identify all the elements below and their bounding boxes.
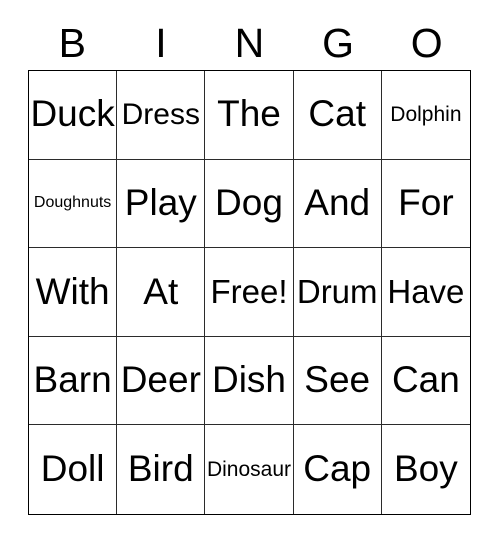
bingo-cell-label: Cat	[308, 93, 366, 135]
bingo-cell-label: For	[398, 181, 454, 223]
bingo-cell-label: See	[304, 359, 371, 401]
bingo-cell-r2-c5[interactable]: For	[381, 159, 470, 249]
bingo-cell-label: At	[143, 270, 179, 312]
bingo-cell-r2-c1[interactable]: Doughnuts	[29, 159, 118, 249]
bingo-cell-label: Play	[124, 181, 197, 223]
bingo-cell-r3-c2[interactable]: At	[117, 248, 206, 337]
bingo-cell-label: And	[304, 181, 371, 223]
bingo-cell-label: With	[35, 270, 110, 312]
bingo-cell-r4-c1[interactable]: Barn	[29, 336, 118, 426]
bingo-header-letter-n: N	[234, 20, 265, 66]
bingo-cell-label: Deer	[120, 359, 201, 401]
bingo-cell-label: Doughnuts	[33, 193, 112, 211]
bingo-cell-r3-c1[interactable]: With	[29, 248, 118, 337]
bingo-cell-r1-c5[interactable]: Dolphin	[381, 71, 470, 160]
bingo-cell-label: Dinosaur	[206, 457, 292, 481]
bingo-cell-r5-c1[interactable]: Doll	[29, 425, 118, 514]
bingo-cell-label: Bird	[127, 448, 194, 490]
bingo-cell-label: Boy	[394, 448, 458, 490]
bingo-cell-r2-c4[interactable]: And	[293, 159, 382, 249]
bingo-cell-r4-c4[interactable]: See	[293, 336, 382, 426]
bingo-header-letter-o: O	[410, 20, 443, 66]
bingo-cell-r4-c5[interactable]: Can	[381, 336, 470, 426]
bingo-cell-r5-c3[interactable]: Dinosaur	[205, 425, 294, 514]
bingo-header-letter-i: I	[155, 20, 167, 66]
bingo-header-letter-b: B	[58, 20, 86, 66]
bingo-cell-label: The	[217, 93, 281, 135]
bingo-cell-label: Drum	[296, 272, 378, 310]
bingo-cell-label: Barn	[33, 359, 112, 401]
bingo-header-letter-g: G	[322, 20, 355, 66]
bingo-cell-r5-c4[interactable]: Cap	[293, 425, 382, 514]
bingo-cell-r1-c1[interactable]: Duck	[29, 71, 118, 160]
bingo-cell-r3-c3[interactable]: Free!	[205, 248, 294, 337]
bingo-cell-r3-c4[interactable]: Drum	[293, 248, 382, 337]
bingo-cell-r2-c3[interactable]: Dog	[205, 159, 294, 249]
bingo-cell-label: Duck	[30, 93, 115, 135]
bingo-cell-r4-c3[interactable]: Dish	[205, 336, 294, 426]
bingo-cell-label: Have	[387, 272, 465, 310]
bingo-card: B I N G O Duck Dress The Cat Dolphin Doughnut…	[0, 0, 500, 544]
bingo-cell-label: Can	[391, 359, 460, 401]
bingo-cell-r5-c2[interactable]: Bird	[117, 425, 206, 514]
bingo-cell-r3-c5[interactable]: Have	[381, 248, 470, 337]
bingo-cell-r1-c2[interactable]: Dress	[117, 71, 206, 160]
bingo-cell-label: Free!	[210, 272, 288, 310]
bingo-cell-label: Dish	[211, 359, 286, 401]
bingo-cell-r4-c2[interactable]: Deer	[117, 336, 206, 426]
bingo-cell-label: Dress	[121, 98, 200, 132]
bingo-cell-r1-c4[interactable]: Cat	[293, 71, 382, 160]
bingo-cell-label: Dog	[215, 181, 283, 223]
bingo-cell-r2-c2[interactable]: Play	[117, 159, 206, 249]
bingo-cell-r1-c3[interactable]: The	[205, 71, 294, 160]
bingo-cell-label: Cap	[303, 448, 372, 490]
bingo-header-row: B I N G O	[28, 18, 471, 68]
bingo-cell-label: Dolphin	[390, 102, 462, 126]
bingo-cell-r5-c5[interactable]: Boy	[381, 425, 470, 514]
bingo-cell-label: Doll	[40, 448, 105, 490]
bingo-grid: Duck Dress The Cat Dolphin Doughnuts Play Dog An…	[28, 70, 471, 515]
